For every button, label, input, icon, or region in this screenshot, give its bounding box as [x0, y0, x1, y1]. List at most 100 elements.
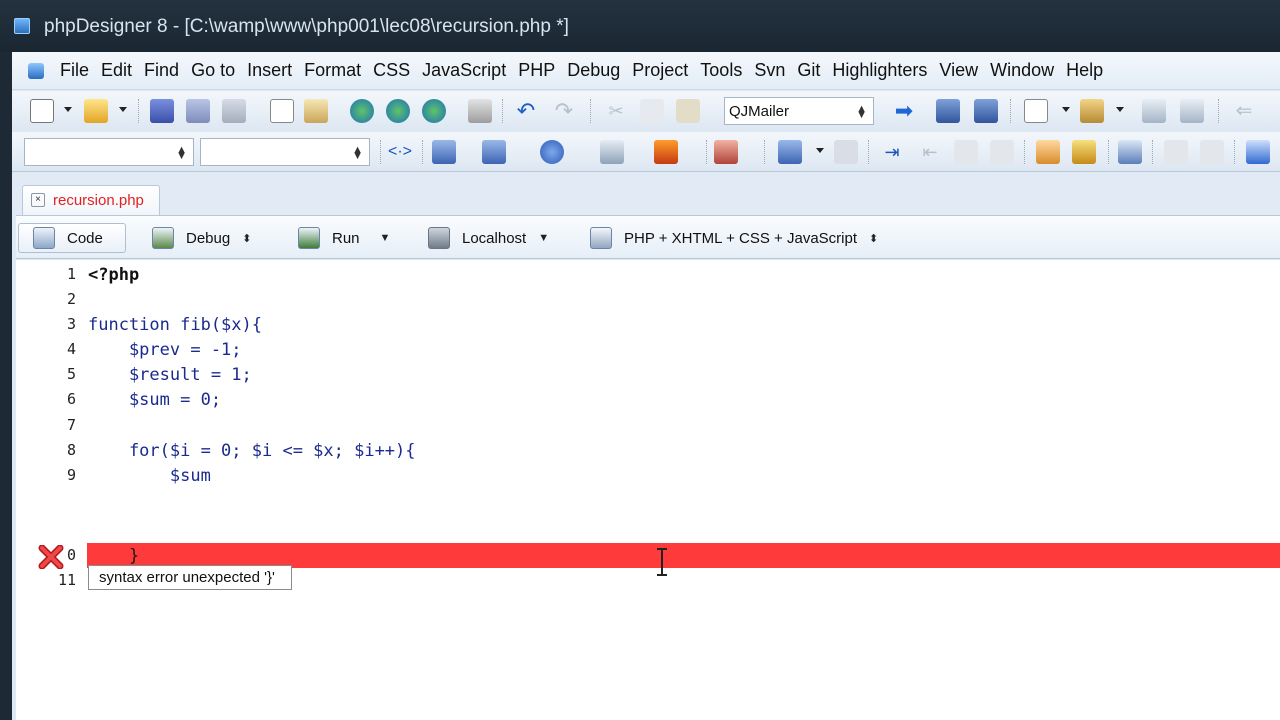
- hand-icon[interactable]: [1036, 140, 1060, 164]
- cut-icon[interactable]: ✂: [604, 99, 628, 123]
- snippet-select[interactable]: QJMailer ▲ ▼: [724, 97, 874, 125]
- updown-arrow-icon: ⬍: [869, 232, 879, 245]
- tools-icon[interactable]: [1072, 140, 1096, 164]
- line-number: 9: [66, 466, 76, 484]
- copy-icon[interactable]: [640, 99, 664, 123]
- menu-git[interactable]: Git: [797, 60, 827, 81]
- menu-tools[interactable]: Tools: [700, 60, 749, 81]
- menu-window[interactable]: Window: [990, 60, 1061, 81]
- line-number: 1: [66, 265, 76, 283]
- code-line: 9 $sum: [16, 463, 1280, 488]
- form-icon[interactable]: [432, 140, 456, 164]
- debug-step-icon[interactable]: [778, 140, 802, 164]
- menu-svn[interactable]: Svn: [754, 60, 792, 81]
- code-line: 7: [16, 413, 1280, 438]
- undo-icon[interactable]: ↶: [514, 99, 538, 123]
- toolbar-separator: [1010, 99, 1011, 123]
- printer-icon[interactable]: [468, 99, 492, 123]
- menu-help[interactable]: Help: [1066, 60, 1110, 81]
- menu-javascript[interactable]: JavaScript: [422, 60, 513, 81]
- toolbar-separator: [380, 140, 381, 164]
- toolbar-separator: [590, 99, 591, 123]
- code-text: <?php: [88, 265, 140, 285]
- tag-icon[interactable]: <·>: [388, 140, 412, 164]
- open-folder-icon[interactable]: [84, 99, 108, 123]
- uncomment-icon[interactable]: [990, 140, 1014, 164]
- clipboard-icon[interactable]: [304, 99, 328, 123]
- document-icon[interactable]: [28, 63, 44, 79]
- code-editor[interactable]: 1 <?php 2 3 function fib($x){ 4 $prev = …: [16, 260, 1280, 720]
- menu-find[interactable]: Find: [144, 60, 186, 81]
- menu-go-to[interactable]: Go to: [191, 60, 242, 81]
- close-tab-icon[interactable]: ×: [31, 193, 45, 207]
- debug-mode-button[interactable]: Debug ⬍: [152, 223, 251, 253]
- localhost-button[interactable]: Localhost ▼: [428, 223, 549, 253]
- redo-icon[interactable]: ↷: [552, 99, 576, 123]
- run-button[interactable]: Run ▼: [298, 223, 390, 253]
- menu-project[interactable]: Project: [632, 60, 695, 81]
- find-icon[interactable]: [936, 99, 960, 123]
- highlighter-select[interactable]: PHP + XHTML + CSS + JavaScript ⬍: [590, 223, 878, 253]
- localhost-label: Localhost: [462, 229, 527, 247]
- globe-icon[interactable]: [350, 99, 374, 123]
- snippets-dropdown-icon[interactable]: [1116, 107, 1124, 112]
- export-icon[interactable]: [1164, 140, 1188, 164]
- code-text: }: [88, 546, 140, 566]
- toolbar-separator: [1024, 140, 1025, 164]
- table-icon[interactable]: [482, 140, 506, 164]
- find-replace-icon[interactable]: [974, 99, 998, 123]
- clipboard-list-icon[interactable]: [600, 140, 624, 164]
- globe-settings-icon[interactable]: [422, 99, 446, 123]
- save-all-icon[interactable]: [222, 99, 246, 123]
- outdent-icon[interactable]: ⇤: [918, 140, 942, 164]
- debug-run-icon[interactable]: [834, 140, 858, 164]
- new-file-dropdown-icon[interactable]: [64, 107, 72, 112]
- filter-next-icon[interactable]: [1180, 99, 1204, 123]
- filter-icon[interactable]: [1142, 99, 1166, 123]
- back-icon[interactable]: ⇐: [1232, 99, 1256, 123]
- open-dropdown-icon[interactable]: [119, 107, 127, 112]
- menu-php[interactable]: PHP: [518, 60, 562, 81]
- bookmark-dropdown-icon[interactable]: [1062, 107, 1070, 112]
- bookmark-icon[interactable]: [1024, 99, 1048, 123]
- snippets-icon[interactable]: [1080, 99, 1104, 123]
- arrow-right-icon[interactable]: ➡: [892, 99, 916, 123]
- code-mode-button[interactable]: Code: [18, 223, 126, 253]
- menu-highlighters[interactable]: Highlighters: [832, 60, 934, 81]
- function-select[interactable]: ▲ ▼: [200, 138, 370, 166]
- print-preview-icon[interactable]: [270, 99, 294, 123]
- code-text: function fib($x){: [88, 315, 262, 335]
- code-text: for($i = 0; $i <= $x; $i++){: [88, 441, 416, 461]
- debug-step-dropdown-icon[interactable]: [816, 148, 824, 153]
- menu-css[interactable]: CSS: [373, 60, 417, 81]
- image-icon[interactable]: [714, 140, 738, 164]
- color-picker-icon[interactable]: [540, 140, 564, 164]
- line-number: 3: [66, 315, 76, 333]
- menu-insert[interactable]: Insert: [247, 60, 299, 81]
- globe-upload-icon[interactable]: [386, 99, 410, 123]
- snippet-select-value: QJMailer: [729, 103, 790, 120]
- toolbar-separator: [764, 140, 765, 164]
- menu-debug[interactable]: Debug: [567, 60, 627, 81]
- import-icon[interactable]: [1200, 140, 1224, 164]
- class-select[interactable]: ▲ ▼: [24, 138, 194, 166]
- new-file-icon[interactable]: [30, 99, 54, 123]
- toolbar-separator: [1152, 140, 1153, 164]
- menu-file[interactable]: File: [60, 60, 96, 81]
- toolbar-separator: [1218, 99, 1219, 123]
- highlighter-icon[interactable]: [654, 140, 678, 164]
- menu-view[interactable]: View: [939, 60, 985, 81]
- app-icon: [14, 18, 30, 34]
- text-cursor-icon: [657, 548, 667, 576]
- comment-icon[interactable]: [954, 140, 978, 164]
- indent-icon[interactable]: ⇥: [880, 140, 904, 164]
- save-icon[interactable]: [150, 99, 174, 123]
- panel-icon[interactable]: [1118, 140, 1142, 164]
- paste-icon[interactable]: [676, 99, 700, 123]
- checklist-icon[interactable]: [1246, 140, 1270, 164]
- code-line: 1 <?php: [16, 262, 1280, 287]
- menu-edit[interactable]: Edit: [101, 60, 139, 81]
- menu-format[interactable]: Format: [304, 60, 368, 81]
- tab-recursion-php[interactable]: × recursion.php: [22, 185, 160, 215]
- save-as-icon[interactable]: [186, 99, 210, 123]
